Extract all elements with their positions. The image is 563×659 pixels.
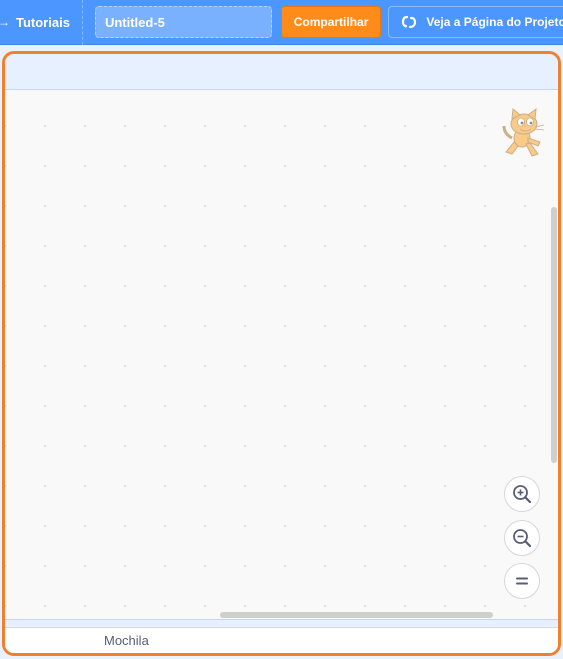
code-workspace: Mochila (2, 51, 561, 656)
share-button-label: Compartilhar (293, 15, 369, 29)
backpack-panel[interactable]: Mochila (5, 619, 558, 653)
backpack-label: Mochila (104, 633, 149, 648)
tutorials-label: Tutoriais (16, 14, 70, 30)
zoom-reset-button[interactable] (504, 563, 540, 599)
see-project-page-icon (401, 15, 417, 29)
arrow-icon: → (0, 15, 10, 29)
menu-bar: → Tutoriais Untitled-5 Compartilhar Veja… (0, 0, 563, 45)
share-button[interactable]: Compartilhar (280, 6, 382, 38)
project-title-value: Untitled-5 (104, 14, 165, 30)
workspace-top-strip (5, 54, 558, 90)
zoom-out-button[interactable] (504, 520, 540, 556)
zoom-in-icon (513, 485, 532, 504)
vertical-scrollbar[interactable] (551, 207, 557, 463)
zoom-reset-icon (516, 577, 528, 585)
zoom-in-button[interactable] (504, 476, 540, 512)
tutorials-menu-item[interactable]: → Tutoriais (0, 0, 83, 45)
sprite-cat-icon (502, 108, 545, 157)
backpack-header[interactable]: Mochila (5, 627, 558, 653)
zoom-out-icon (513, 529, 532, 548)
project-title-input[interactable]: Untitled-5 (94, 6, 272, 38)
see-project-page-label: Veja a Página do Projeto (426, 15, 563, 29)
horizontal-scrollbar[interactable] (220, 612, 493, 618)
see-project-page-button[interactable]: Veja a Página do Projeto (388, 6, 563, 38)
script-area[interactable] (5, 91, 558, 619)
